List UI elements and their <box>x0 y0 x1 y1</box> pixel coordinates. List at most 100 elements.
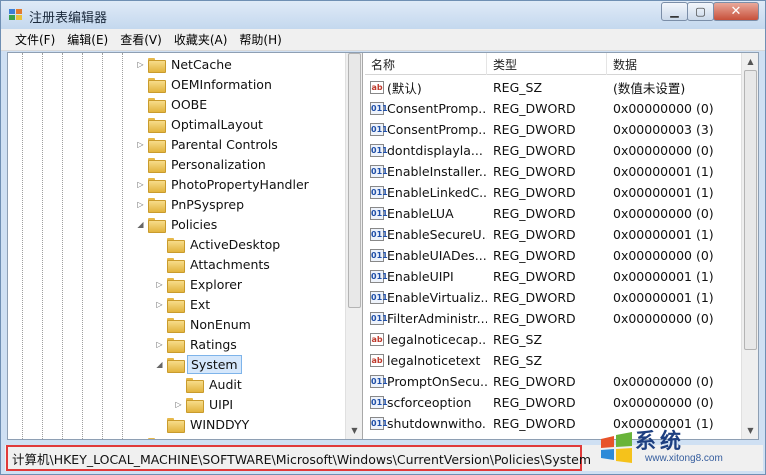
tree-item-label[interactable]: NonEnum <box>187 316 254 333</box>
tree-scrollbar[interactable]: ▲ ▼ <box>345 53 362 439</box>
tree-item-label[interactable]: Audit <box>206 376 245 393</box>
value-row[interactable]: 011 EnableInstaller... REG_DWORD 0x00000001… <box>365 161 745 182</box>
tree-expander-icon[interactable]: ▷ <box>154 279 165 290</box>
value-name: legalnoticetext <box>387 353 481 368</box>
menu-help[interactable]: 帮助(H) <box>233 31 287 48</box>
reg-sz-icon: ab <box>370 333 384 346</box>
reg-dword-icon: 011 <box>370 123 388 136</box>
close-button[interactable]: ✕ <box>713 2 759 21</box>
tree-item-label[interactable]: Ratings <box>187 336 240 353</box>
tree-item[interactable]: Personalization <box>135 154 269 174</box>
value-row[interactable]: 011 ConsentPromp... REG_DWORD 0x00000003 (3… <box>365 119 745 140</box>
tree-item-label[interactable]: System <box>187 354 242 374</box>
tree-item-label[interactable]: ActiveDesktop <box>187 236 283 253</box>
value-row[interactable]: 011 EnableUIPI REG_DWORD 0x00000001 (1) <box>365 266 745 287</box>
tree-item[interactable]: NonEnum <box>154 314 254 334</box>
scroll-up-arrow-icon[interactable]: ▲ <box>742 53 758 70</box>
value-row[interactable]: 011 EnableUIADes... REG_DWORD 0x00000000 (0… <box>365 245 745 266</box>
tree-item[interactable]: Audit <box>173 374 245 394</box>
tree-item[interactable]: Attachments <box>154 254 273 274</box>
values-pane[interactable]: 名称 类型 数据 ▲ ▼ ab (默认) REG_SZ (数值未设置) 011 Conse… <box>365 53 758 439</box>
column-header-name[interactable]: 名称 <box>365 53 487 75</box>
tree-item-label[interactable]: UIPI <box>206 396 236 413</box>
value-row[interactable]: 011 EnableVirtualiz... REG_DWORD 0x00000001… <box>365 287 745 308</box>
tree-item[interactable]: ▷ Explorer <box>154 274 245 294</box>
value-row[interactable]: 011 EnableLUA REG_DWORD 0x00000000 (0) <box>365 203 745 224</box>
tree-item-label[interactable]: Explorer <box>187 276 245 293</box>
values-scroll-thumb[interactable] <box>744 70 757 350</box>
value-data: 0x00000003 (3) <box>613 122 714 137</box>
tree-expander-icon <box>154 419 165 430</box>
menu-favorites[interactable]: 收藏夹(A) <box>168 31 234 48</box>
folder-icon <box>167 317 185 333</box>
tree-item[interactable]: WINDDYY <box>154 414 252 434</box>
tree-scroll-thumb[interactable] <box>348 53 361 308</box>
column-header-type[interactable]: 类型 <box>487 53 607 75</box>
tree-expander-icon[interactable]: ▷ <box>135 59 146 70</box>
reg-dword-icon: 011 <box>370 375 388 388</box>
tree-item[interactable]: ▷ PnPSysprep <box>135 194 247 214</box>
value-row[interactable]: 011 PromptOnSecu... REG_DWORD 0x00000000 (0… <box>365 371 745 392</box>
tree-item-label[interactable]: Attachments <box>187 256 273 273</box>
value-row[interactable]: 011 dontdisplayla... REG_DWORD 0x00000000 (… <box>365 140 745 161</box>
tree-item-label[interactable]: Ext <box>187 296 213 313</box>
tree-item-label[interactable]: WINDDYY <box>187 416 252 433</box>
tree-item[interactable]: ActiveDesktop <box>154 234 283 254</box>
value-type: REG_DWORD <box>493 185 576 200</box>
tree-item-label[interactable]: Parental Controls <box>168 136 281 153</box>
tree-expander-icon[interactable]: ◢ <box>154 359 165 370</box>
tree-item-label[interactable]: NetCache <box>168 56 235 73</box>
tree-item-label[interactable]: PnPSysprep <box>168 196 247 213</box>
value-row[interactable]: 011 scforceoption REG_DWORD 0x00000000 (0) <box>365 392 745 413</box>
tree-item[interactable]: OptimalLayout <box>135 114 266 134</box>
value-type: REG_DWORD <box>493 164 576 179</box>
tree-item[interactable]: ◢ Policies <box>135 214 220 234</box>
menu-file[interactable]: 文件(F) <box>9 31 61 48</box>
maximize-button[interactable]: ▢ <box>687 2 714 21</box>
tree-item[interactable]: PreviewHandlers <box>135 434 278 439</box>
tree-item[interactable]: ▷ PhotoPropertyHandler <box>135 174 312 194</box>
tree-expander-icon[interactable]: ◢ <box>135 219 146 230</box>
reg-dword-icon: 011 <box>370 312 388 325</box>
value-row[interactable]: 011 EnableSecureU... REG_DWORD 0x00000001 (… <box>365 224 745 245</box>
registry-tree[interactable]: ▲ ▼ ▷ NetCache OEMInformation OOBE OptimalLa… <box>8 53 363 439</box>
tree-item[interactable]: ▷ Ratings <box>154 334 240 354</box>
menu-edit[interactable]: 编辑(E) <box>61 31 114 48</box>
tree-expander-icon[interactable]: ▷ <box>135 179 146 190</box>
minimize-button[interactable]: ▁ <box>661 2 688 21</box>
menu-view[interactable]: 查看(V) <box>114 31 168 48</box>
tree-item-label[interactable]: PreviewHandlers <box>168 436 278 440</box>
scroll-down-arrow-icon[interactable]: ▼ <box>346 422 362 439</box>
tree-item-label[interactable]: OOBE <box>168 96 210 113</box>
folder-icon <box>148 157 166 173</box>
value-row[interactable]: ab legalnoticetext REG_SZ <box>365 350 745 371</box>
watermark-logo: 系统 www.xitong8.com <box>599 425 763 473</box>
tree-item-label[interactable]: Personalization <box>168 156 269 173</box>
tree-item[interactable]: OOBE <box>135 94 210 114</box>
tree-expander-icon[interactable]: ▷ <box>173 399 184 410</box>
tree-expander-icon[interactable]: ▷ <box>135 199 146 210</box>
value-row[interactable]: 011 FilterAdministr... REG_DWORD 0x00000000… <box>365 308 745 329</box>
tree-expander-icon[interactable]: ▷ <box>154 299 165 310</box>
column-header-data[interactable]: 数据 <box>607 53 747 75</box>
tree-expander-icon[interactable]: ▷ <box>135 139 146 150</box>
tree-item[interactable]: ▷ Parental Controls <box>135 134 281 154</box>
tree-expander-icon[interactable]: ▷ <box>154 339 165 350</box>
value-type: REG_DWORD <box>493 269 576 284</box>
tree-item[interactable]: ◢ System <box>154 354 242 374</box>
reg-dword-icon: 011 <box>370 165 388 178</box>
tree-item-label[interactable]: PhotoPropertyHandler <box>168 176 312 193</box>
regedit-app-icon <box>9 9 22 20</box>
tree-item[interactable]: ▷ UIPI <box>173 394 236 414</box>
value-row[interactable]: 011 EnableLinkedC... REG_DWORD 0x00000001 (… <box>365 182 745 203</box>
tree-item-label[interactable]: Policies <box>168 216 220 233</box>
tree-item[interactable]: ▷ Ext <box>154 294 213 314</box>
value-row[interactable]: ab (默认) REG_SZ (数值未设置) <box>365 77 745 98</box>
tree-item[interactable]: OEMInformation <box>135 74 275 94</box>
value-row[interactable]: ab legalnoticecap... REG_SZ <box>365 329 745 350</box>
title-bar[interactable]: 注册表编辑器 ▁ ▢ ✕ <box>1 1 765 29</box>
tree-item-label[interactable]: OptimalLayout <box>168 116 266 133</box>
value-row[interactable]: 011 ConsentPromp... REG_DWORD 0x00000000 (0… <box>365 98 745 119</box>
tree-item-label[interactable]: OEMInformation <box>168 76 275 93</box>
tree-item[interactable]: ▷ NetCache <box>135 54 235 74</box>
